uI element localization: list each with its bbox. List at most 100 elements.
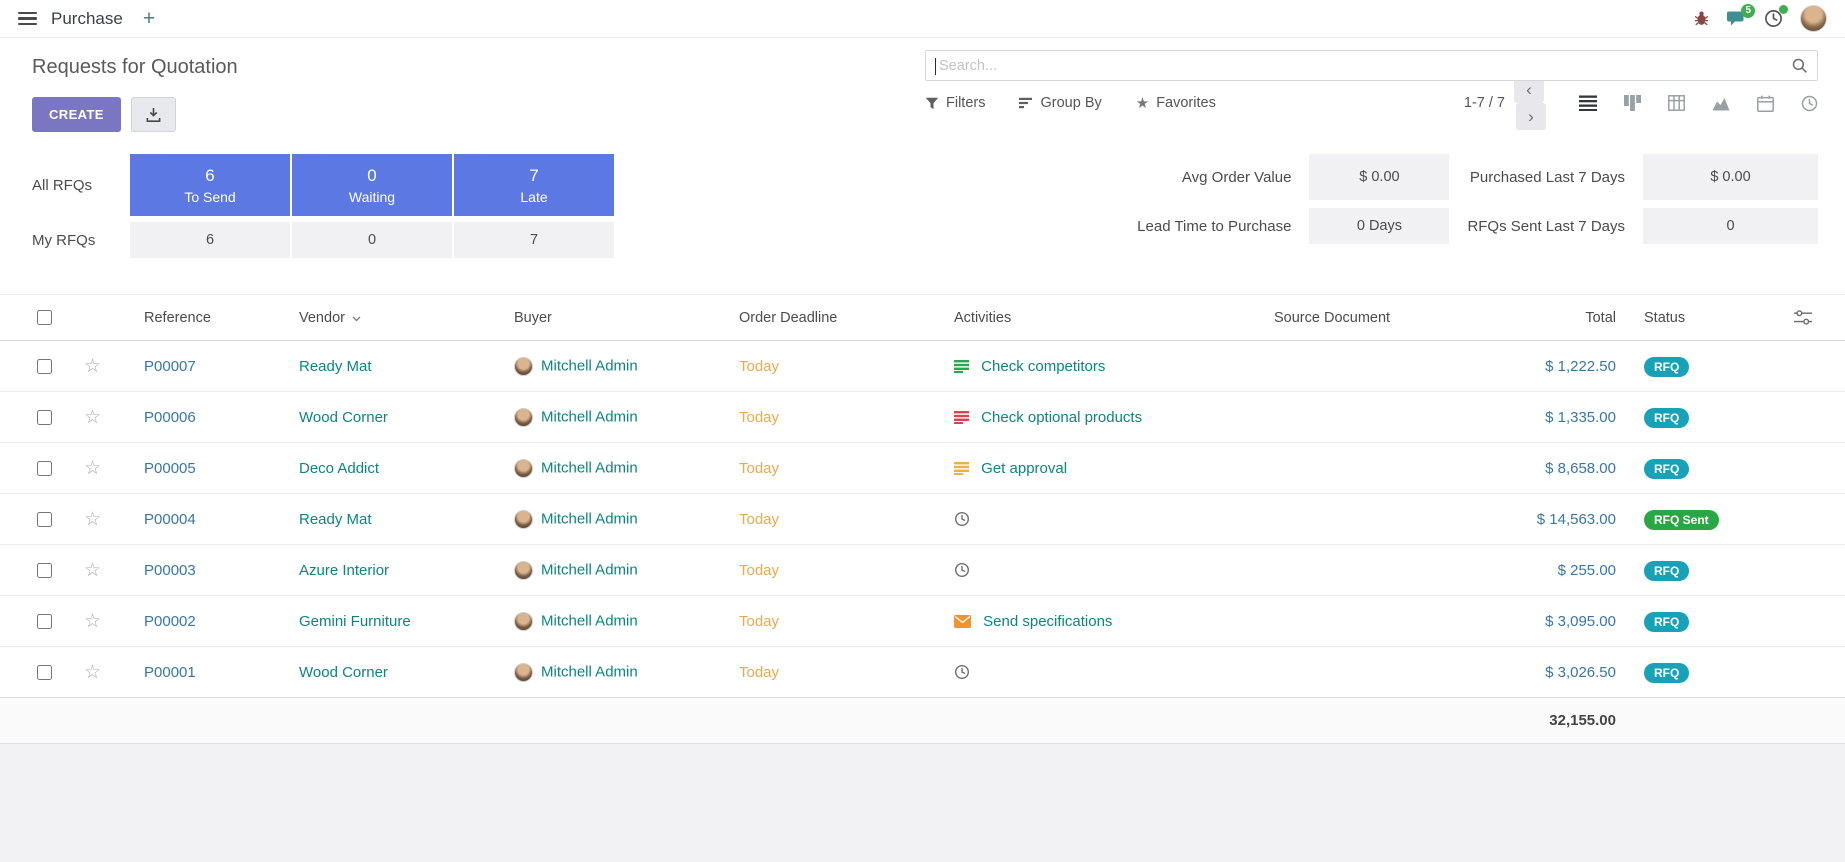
table-row[interactable]: ☆ P00007 Ready Mat Mitchell Admin Today … (0, 341, 1845, 392)
vendor-link[interactable]: Ready Mat (299, 511, 372, 528)
table-row[interactable]: ☆ P00004 Ready Mat Mitchell Admin Today … (0, 494, 1845, 545)
vendor-link[interactable]: Ready Mat (299, 358, 372, 375)
activity-link[interactable]: Check competitors (981, 358, 1105, 375)
favorite-star-icon[interactable]: ☆ (84, 560, 101, 581)
rfqs-sent-last-7-days-label: RFQs Sent Last 7 Days (1467, 208, 1625, 244)
debug-bug-icon[interactable] (1693, 10, 1710, 27)
export-button[interactable] (131, 97, 176, 132)
pivot-view-icon[interactable] (1668, 95, 1685, 111)
buyer-link[interactable]: Mitchell Admin (541, 510, 638, 527)
buyer-link[interactable]: Mitchell Admin (541, 561, 638, 578)
row-checkbox[interactable] (37, 410, 52, 425)
reference-link[interactable]: P00004 (144, 511, 196, 528)
table-row[interactable]: ☆ P00001 Wood Corner Mitchell Admin Toda… (0, 647, 1845, 698)
group-by-label: Group By (1040, 95, 1101, 111)
activity-list-icon[interactable] (954, 360, 969, 373)
buyer-link[interactable]: Mitchell Admin (541, 408, 638, 425)
activity-link[interactable]: Send specifications (983, 613, 1112, 630)
user-avatar[interactable] (1800, 5, 1827, 32)
favorite-star-icon[interactable]: ☆ (84, 407, 101, 428)
buyer-link[interactable]: Mitchell Admin (541, 612, 638, 629)
create-button[interactable]: CREATE (32, 97, 121, 132)
optional-columns-icon[interactable] (1794, 310, 1845, 325)
activity-list-icon[interactable] (954, 411, 969, 424)
table-footer-row: 32,155.00 (0, 698, 1845, 744)
row-checkbox[interactable] (37, 563, 52, 578)
graph-view-icon[interactable] (1712, 95, 1730, 111)
table-header-row: Reference Vendor Buyer Order Deadline Ac… (0, 295, 1845, 341)
calendar-view-icon[interactable] (1757, 95, 1774, 112)
kpi-my-late[interactable]: 7 (454, 222, 614, 258)
apps-menu-icon[interactable] (18, 12, 37, 25)
vendor-link[interactable]: Gemini Furniture (299, 613, 411, 630)
kpi-waiting[interactable]: 0 Waiting (292, 154, 452, 216)
activity-clock-icon[interactable] (954, 562, 970, 578)
clock-view-icon[interactable] (1801, 95, 1818, 112)
activity-link[interactable]: Get approval (981, 460, 1067, 477)
kanban-view-icon[interactable] (1624, 95, 1641, 111)
favorite-star-icon[interactable]: ☆ (84, 458, 101, 479)
vendor-link[interactable]: Wood Corner (299, 664, 388, 681)
favorite-star-icon[interactable]: ☆ (84, 611, 101, 632)
kpi-my-to-send[interactable]: 6 (130, 222, 290, 258)
kpi-waiting-label: Waiting (349, 189, 395, 205)
kpi-to-send[interactable]: 6 To Send (130, 154, 290, 216)
row-checkbox[interactable] (37, 461, 52, 476)
reference-link[interactable]: P00002 (144, 613, 196, 630)
activity-clock-icon[interactable] (954, 664, 970, 680)
activity-envelope-icon[interactable] (954, 615, 971, 628)
search-icon[interactable] (1792, 58, 1808, 79)
header-order-deadline: Order Deadline (739, 310, 837, 326)
my-rfqs-label: My RFQs (32, 222, 128, 258)
list-view-icon[interactable] (1579, 95, 1597, 111)
total-amount: $ 14,563.00 (1537, 511, 1616, 528)
row-checkbox[interactable] (37, 614, 52, 629)
reference-link[interactable]: P00003 (144, 562, 196, 579)
favorite-star-icon[interactable]: ☆ (84, 662, 101, 683)
plus-icon[interactable]: + (143, 8, 155, 29)
select-all-checkbox[interactable] (37, 310, 52, 325)
activity-list-icon[interactable] (954, 462, 969, 475)
vendor-link[interactable]: Azure Interior (299, 562, 389, 579)
order-deadline-text: Today (739, 562, 779, 579)
favorite-star-icon[interactable]: ☆ (84, 509, 101, 530)
reference-link[interactable]: P00006 (144, 409, 196, 426)
kpi-my-waiting[interactable]: 0 (292, 222, 452, 258)
text-caret (935, 58, 936, 75)
table-row[interactable]: ☆ P00002 Gemini Furniture Mitchell Admin… (0, 596, 1845, 647)
favorites-button[interactable]: ★ Favorites (1136, 94, 1216, 112)
activities-clock-icon[interactable] (1764, 9, 1783, 28)
messages-icon[interactable]: 5 (1727, 10, 1747, 28)
buyer-link[interactable]: Mitchell Admin (541, 459, 638, 476)
row-checkbox[interactable] (37, 512, 52, 527)
vendor-link[interactable]: Wood Corner (299, 409, 388, 426)
status-badge: RFQ (1644, 408, 1689, 428)
kpi-to-send-label: To Send (184, 189, 235, 205)
filters-button[interactable]: Filters (925, 95, 985, 111)
search-bar[interactable] (925, 50, 1818, 81)
page-title: Requests for Quotation (32, 56, 238, 79)
kpi-late[interactable]: 7 Late (454, 154, 614, 216)
reference-link[interactable]: P00005 (144, 460, 196, 477)
buyer-link[interactable]: Mitchell Admin (541, 663, 638, 680)
buyer-link[interactable]: Mitchell Admin (541, 357, 638, 374)
pager-next-button[interactable]: › (1516, 103, 1546, 130)
table-row[interactable]: ☆ P00006 Wood Corner Mitchell Admin Toda… (0, 392, 1845, 443)
row-checkbox[interactable] (37, 359, 52, 374)
reference-link[interactable]: P00007 (144, 358, 196, 375)
group-by-button[interactable]: Group By (1019, 95, 1101, 111)
reference-link[interactable]: P00001 (144, 664, 196, 681)
search-input[interactable] (926, 51, 1817, 80)
app-name[interactable]: Purchase (51, 9, 123, 29)
favorite-star-icon[interactable]: ☆ (84, 356, 101, 377)
all-rfqs-label: All RFQs (32, 154, 128, 216)
activity-link[interactable]: Check optional products (981, 409, 1142, 426)
activity-clock-icon[interactable] (954, 511, 970, 527)
vendor-link[interactable]: Deco Addict (299, 460, 379, 477)
table-row[interactable]: ☆ P00003 Azure Interior Mitchell Admin T… (0, 545, 1845, 596)
sort-caret-icon[interactable] (352, 310, 361, 326)
row-checkbox[interactable] (37, 665, 52, 680)
pager-text: 1-7 / 7 (1464, 95, 1505, 111)
status-badge: RFQ (1644, 459, 1689, 479)
table-row[interactable]: ☆ P00005 Deco Addict Mitchell Admin Toda… (0, 443, 1845, 494)
